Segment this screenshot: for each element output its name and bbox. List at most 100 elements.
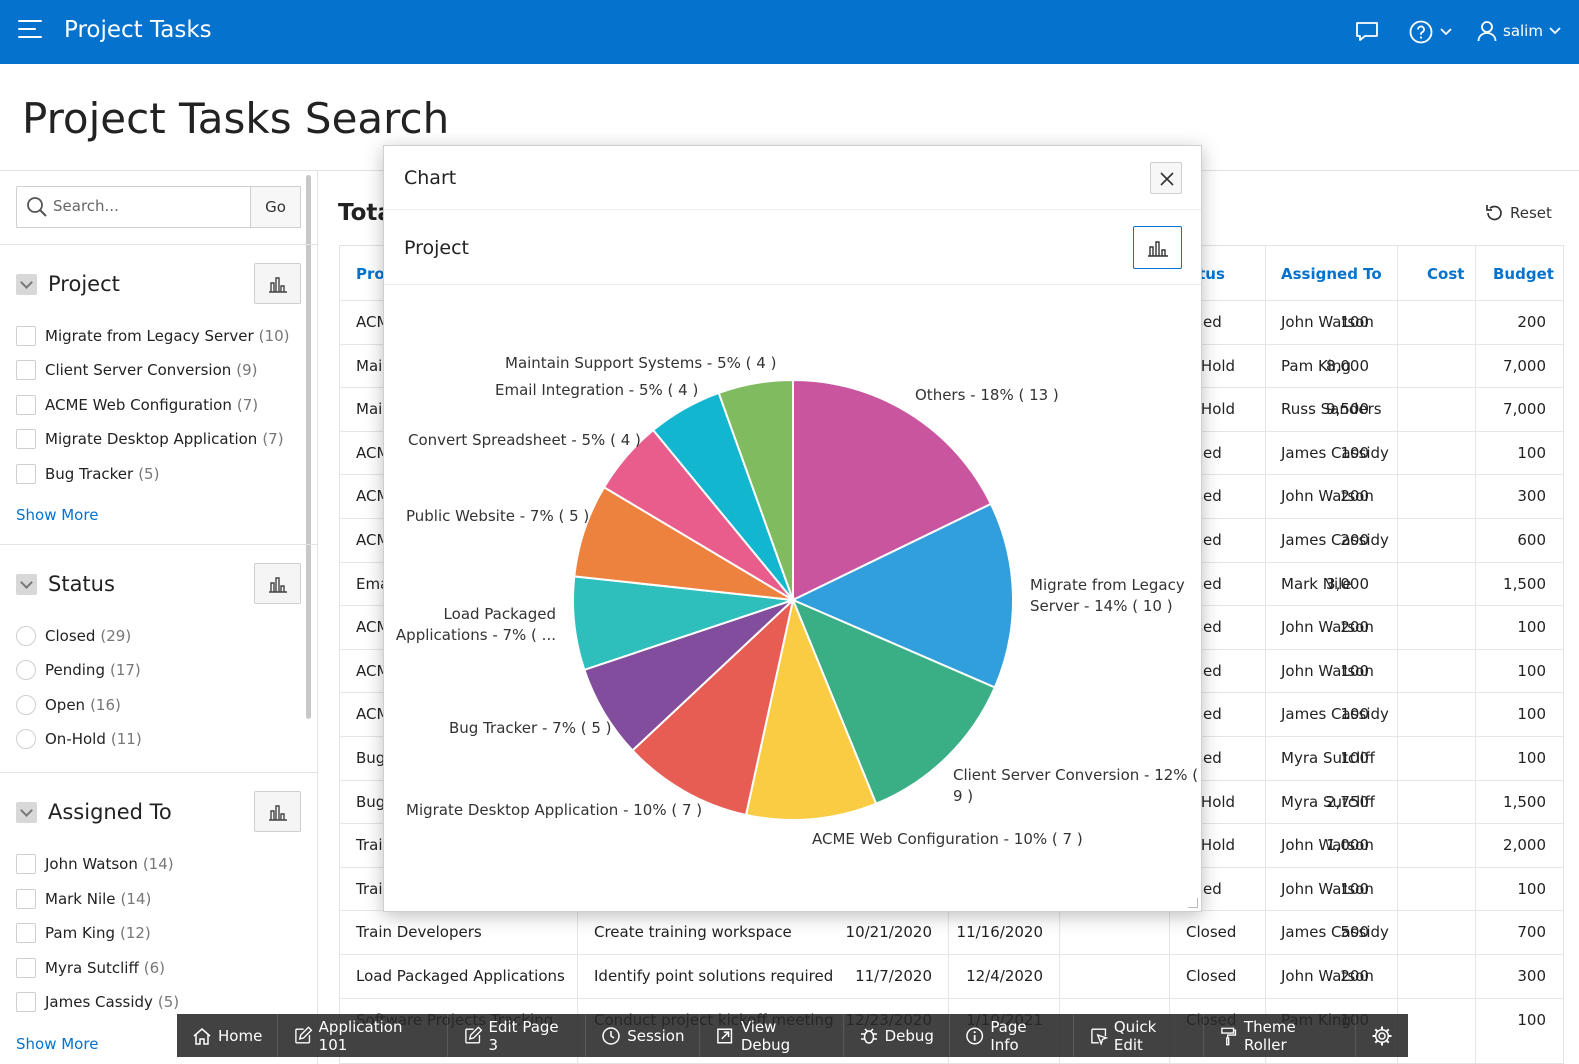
- dev-label: Quick Edit: [1113, 1017, 1157, 1054]
- facet-header-status[interactable]: Status: [16, 572, 115, 596]
- cell-start: 11/7/2020: [855, 967, 932, 985]
- checkbox[interactable]: [16, 889, 36, 909]
- checkbox[interactable]: [16, 429, 36, 449]
- cell-cost: 100: [1340, 443, 1369, 462]
- pie-label: ACME Web Configuration - 10% ( 7 ): [812, 830, 1083, 848]
- facet-option[interactable]: Pam King (12): [16, 923, 151, 943]
- column-header-assigned-to[interactable]: Assigned To: [1281, 265, 1382, 283]
- facet-option[interactable]: Migrate Desktop Application (7): [16, 429, 284, 449]
- dev-theme-roller-button[interactable]: Theme Roller: [1204, 1014, 1356, 1057]
- checkbox[interactable]: [16, 326, 36, 346]
- facet-option[interactable]: Pending (17): [16, 660, 141, 680]
- show-more-link[interactable]: Show More: [16, 506, 98, 524]
- dev-quick-edit-button[interactable]: Quick Edit: [1074, 1014, 1204, 1057]
- option-count: (10): [258, 327, 290, 345]
- checkbox[interactable]: [16, 958, 36, 978]
- bar-chart-icon: [269, 277, 287, 293]
- facet-option[interactable]: Mark Nile (14): [16, 889, 151, 909]
- faceted-search-panel: Go Project Migrate from Legacy Server(10…: [0, 171, 318, 1064]
- help-menu[interactable]: [1408, 19, 1452, 45]
- checkbox[interactable]: [16, 854, 36, 874]
- dev-home-button[interactable]: Home: [177, 1014, 279, 1057]
- cell-budget: 300: [1517, 967, 1546, 985]
- row-divider: [340, 954, 1563, 955]
- option-count: (5): [138, 465, 160, 483]
- facet-option[interactable]: Closed (29): [16, 626, 131, 646]
- cell-end: 11/16/2020: [956, 923, 1043, 942]
- dev-session-button[interactable]: Session: [586, 1014, 701, 1057]
- dev-debug-button[interactable]: Debug: [844, 1014, 950, 1057]
- cell-task: Create training workspace: [594, 923, 792, 942]
- option-label: Mark Nile: [45, 890, 116, 908]
- radio[interactable]: [16, 660, 36, 680]
- facet-chart-button[interactable]: [254, 563, 301, 604]
- option-count: (6): [143, 959, 166, 977]
- cell-cost: 2,750: [1326, 792, 1369, 811]
- scrollbar[interactable]: [306, 175, 311, 719]
- menu-icon[interactable]: [18, 20, 44, 44]
- cell-cost: 1,000: [1326, 836, 1369, 855]
- checkbox[interactable]: [16, 464, 36, 484]
- facet-header-assigned-to[interactable]: Assigned To: [16, 800, 172, 824]
- facet-chart-button[interactable]: [254, 791, 301, 832]
- dev-label: View Debug: [740, 1017, 791, 1054]
- facet-option[interactable]: Open (16): [16, 695, 121, 715]
- page-title: Project Tasks Search: [22, 94, 450, 143]
- app-title[interactable]: Project Tasks: [64, 17, 212, 43]
- pie-chart: Others - 18% ( 13 ) Migrate from Legacy Se…: [396, 354, 1198, 848]
- dev-label: Session: [627, 1026, 685, 1045]
- collapse-icon[interactable]: [16, 273, 37, 295]
- dev-label: Application 101: [318, 1017, 403, 1054]
- radio[interactable]: [16, 626, 36, 646]
- radio[interactable]: [16, 695, 36, 715]
- reset-button[interactable]: Reset: [1484, 203, 1552, 223]
- option-label: Closed: [45, 627, 96, 645]
- column-header-cost[interactable]: Cost: [1427, 265, 1464, 283]
- cell-budget: 700: [1517, 923, 1546, 942]
- dev-view-debug-button[interactable]: View Debug: [700, 1014, 844, 1057]
- go-button[interactable]: Go: [250, 186, 301, 228]
- checkbox[interactable]: [16, 992, 36, 1012]
- dev-settings-button[interactable]: [1356, 1014, 1408, 1057]
- external-icon: [717, 1027, 733, 1044]
- facet-chart-button[interactable]: [254, 263, 301, 304]
- cell-budget: 300: [1517, 487, 1546, 506]
- option-label: Bug Tracker: [45, 465, 134, 483]
- facet-option[interactable]: On-Hold (11): [16, 729, 142, 749]
- option-count: (16): [90, 696, 121, 714]
- checkbox[interactable]: [16, 395, 36, 415]
- search-input[interactable]: [53, 197, 243, 215]
- cell-project: Load Packaged Applications: [356, 967, 565, 985]
- facet-option[interactable]: John Watson (14): [16, 854, 174, 874]
- collapse-icon[interactable]: [16, 801, 37, 823]
- cell-budget: 600: [1517, 531, 1546, 549]
- radio[interactable]: [16, 729, 36, 749]
- pie-label: Others - 18% ( 13 ): [915, 386, 1059, 404]
- facet-option[interactable]: Myra Sutcliff (6): [16, 958, 165, 978]
- chat-icon[interactable]: [1354, 20, 1380, 48]
- search-field[interactable]: [16, 186, 251, 228]
- divider: [0, 244, 318, 245]
- cell-budget: 100: [1517, 705, 1546, 724]
- option-label: John Watson: [45, 855, 138, 873]
- dev-edit-page-button[interactable]: Edit Page 3: [448, 1014, 587, 1057]
- cell-budget: 100: [1517, 879, 1546, 898]
- facet-option[interactable]: Client Server Conversion (9): [16, 360, 258, 380]
- facet-header-project[interactable]: Project: [16, 272, 120, 296]
- checkbox[interactable]: [16, 360, 36, 380]
- resize-handle[interactable]: [1188, 898, 1198, 908]
- dev-application-button[interactable]: Application 101: [278, 1014, 449, 1057]
- facet-option[interactable]: James Cassidy (5): [16, 992, 179, 1012]
- user-menu[interactable]: salim: [1477, 20, 1561, 42]
- option-label: ACME Web Configuration: [45, 396, 232, 414]
- dev-page-info-button[interactable]: Page Info: [950, 1014, 1074, 1057]
- facet-option[interactable]: Migrate from Legacy Server (10): [16, 326, 289, 346]
- cell-status: Closed: [1186, 923, 1237, 942]
- facet-option[interactable]: ACME Web Configuration (7): [16, 395, 258, 415]
- collapse-icon[interactable]: [16, 573, 37, 595]
- checkbox[interactable]: [16, 923, 36, 943]
- column-header-budget[interactable]: Budget: [1493, 265, 1554, 283]
- show-more-link[interactable]: Show More: [16, 1035, 98, 1053]
- facet-option[interactable]: Bug Tracker (5): [16, 464, 159, 484]
- cell-budget: 1,500: [1503, 574, 1546, 593]
